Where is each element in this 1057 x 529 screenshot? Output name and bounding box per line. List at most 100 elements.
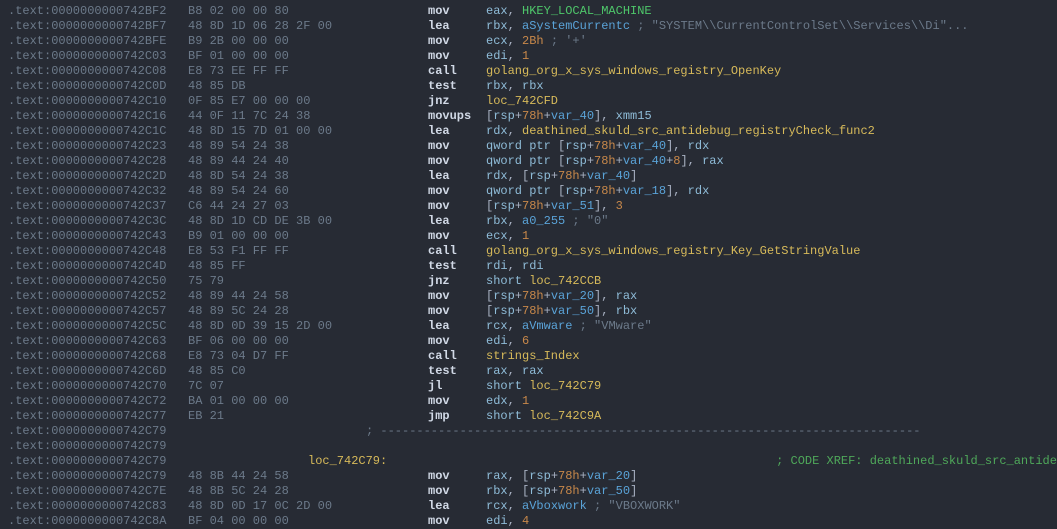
asm-line[interactable]: .text:0000000000742C4D48 85 FFtestrdi, r… bbox=[8, 259, 1049, 274]
address: .text:0000000000742C5C bbox=[8, 319, 188, 334]
address: .text:0000000000742C0D bbox=[8, 79, 188, 94]
op-punct: ] bbox=[630, 484, 637, 498]
asm-line[interactable]: .text:0000000000742C7E48 8B 5C 24 28movr… bbox=[8, 484, 1049, 499]
asm-line[interactable]: .text:0000000000742C03BF 01 00 00 00move… bbox=[8, 49, 1049, 64]
op-reg: rdx bbox=[688, 184, 710, 198]
asm-line[interactable]: .text:0000000000742C8ABF 04 00 00 00move… bbox=[8, 514, 1049, 529]
asm-line[interactable]: .text:0000000000742C72BA 01 00 00 00move… bbox=[8, 394, 1049, 409]
op-num: 78h bbox=[594, 184, 616, 198]
address: .text:0000000000742C83 bbox=[8, 499, 188, 514]
address: .text:0000000000742C43 bbox=[8, 229, 188, 244]
mnemonic: mov bbox=[428, 229, 486, 244]
asm-line[interactable]: .text:0000000000742C100F 85 E7 00 00 00j… bbox=[8, 94, 1049, 109]
op-reg: rdx bbox=[688, 139, 710, 153]
asm-line[interactable]: .text:0000000000742C3C48 8D 1D CD DE 3B … bbox=[8, 214, 1049, 229]
asm-line[interactable]: .text:0000000000742C6D48 85 C0testrax, r… bbox=[8, 364, 1049, 379]
op-sym: var_18 bbox=[623, 184, 666, 198]
asm-line[interactable]: .text:0000000000742BF748 8D 1D 06 28 2F … bbox=[8, 19, 1049, 34]
op-lbl: loc_742C79 bbox=[529, 379, 601, 393]
hex-bytes: B9 2B 00 00 00 bbox=[188, 34, 428, 49]
hex-bytes: 48 8D 1D 06 28 2F 00 bbox=[188, 19, 428, 34]
asm-line[interactable]: .text:0000000000742C79; ----------------… bbox=[8, 424, 1049, 439]
asm-line[interactable]: .text:0000000000742C43B9 01 00 00 00move… bbox=[8, 229, 1049, 244]
op-reg: rcx bbox=[486, 499, 508, 513]
op-reg: rsp bbox=[529, 469, 551, 483]
operands: edx, 1 bbox=[486, 394, 529, 408]
asm-line[interactable]: .text:0000000000742C5248 89 44 24 58mov[… bbox=[8, 289, 1049, 304]
asm-line[interactable]: .text:0000000000742C3248 89 54 24 60movq… bbox=[8, 184, 1049, 199]
op-kw: HKEY_LOCAL_MACHINE bbox=[522, 4, 652, 18]
asm-line[interactable]: .text:0000000000742C68E8 73 04 D7 FFcall… bbox=[8, 349, 1049, 364]
op-reg: rsp bbox=[493, 304, 515, 318]
op-punct: , bbox=[508, 514, 522, 528]
op-lbl: loc_742CCB bbox=[529, 274, 601, 288]
hex-bytes: 48 8D 0D 39 15 2D 00 bbox=[188, 319, 428, 334]
op-lbl: golang_org_x_sys_windows_registry_Key_Ge… bbox=[486, 244, 860, 258]
op-reg: edi bbox=[486, 334, 508, 348]
asm-line[interactable]: .text:0000000000742C63BF 06 00 00 00move… bbox=[8, 334, 1049, 349]
asm-line[interactable]: .text:0000000000742C77EB 21jmpshort loc_… bbox=[8, 409, 1049, 424]
op-sym: var_40 bbox=[587, 169, 630, 183]
asm-line[interactable]: .text:0000000000742C2D48 8D 54 24 38lear… bbox=[8, 169, 1049, 184]
operands: rcx, aVboxwork ; "VBOXWORK" bbox=[486, 499, 680, 513]
op-reg: rsp bbox=[493, 289, 515, 303]
asm-line[interactable]: .text:0000000000742C1644 0F 11 7C 24 38m… bbox=[8, 109, 1049, 124]
mnemonic: mov bbox=[428, 304, 486, 319]
mnemonic: call bbox=[428, 349, 486, 364]
hex-bytes: B8 02 00 00 80 bbox=[188, 4, 428, 19]
address: .text:0000000000742C72 bbox=[8, 394, 188, 409]
operands: golang_org_x_sys_windows_registry_Key_Ge… bbox=[486, 244, 860, 258]
op-num: 78h bbox=[522, 289, 544, 303]
op-punct: , bbox=[508, 319, 522, 333]
asm-line[interactable]: .text:0000000000742C7948 8B 44 24 58movr… bbox=[8, 469, 1049, 484]
op-reg: qword ptr bbox=[486, 184, 558, 198]
op-punct: + bbox=[587, 184, 594, 198]
op-punct: + bbox=[515, 304, 522, 318]
asm-line[interactable]: .text:0000000000742C2348 89 54 24 38movq… bbox=[8, 139, 1049, 154]
op-sym: var_40 bbox=[551, 109, 594, 123]
asm-line[interactable]: .text:0000000000742C8348 8D 0D 17 0C 2D … bbox=[8, 499, 1049, 514]
asm-line[interactable]: .text:0000000000742BF2B8 02 00 00 80move… bbox=[8, 4, 1049, 19]
operands: ecx, 2Bh ; '+' bbox=[486, 34, 587, 48]
hex-bytes: BF 01 00 00 00 bbox=[188, 49, 428, 64]
address: .text:0000000000742BFE bbox=[8, 34, 188, 49]
op-punct: ], bbox=[666, 139, 688, 153]
op-punct: + bbox=[587, 154, 594, 168]
asm-line[interactable]: .text:0000000000742C48E8 53 F1 FF FFcall… bbox=[8, 244, 1049, 259]
asm-line[interactable]: .text:0000000000742C37C6 44 24 27 03mov[… bbox=[8, 199, 1049, 214]
asm-line[interactable]: .text:0000000000742C1C48 8D 15 7D 01 00 … bbox=[8, 124, 1049, 139]
mnemonic: mov bbox=[428, 34, 486, 49]
op-lbl: loc_742C9A bbox=[529, 409, 601, 423]
op-reg: rsp bbox=[493, 109, 515, 123]
op-punct: , bbox=[508, 79, 522, 93]
op-punct: , bbox=[508, 4, 522, 18]
hex-bytes: 48 85 DB bbox=[188, 79, 428, 94]
operands: [rsp+78h+var_51], 3 bbox=[486, 199, 623, 213]
asm-line[interactable]: .text:0000000000742C0D48 85 DBtestrbx, r… bbox=[8, 79, 1049, 94]
code-label: loc_742C79: bbox=[308, 454, 387, 468]
op-num: 78h bbox=[594, 139, 616, 153]
op-punct: ], bbox=[594, 304, 616, 318]
hex-bytes: 48 89 54 24 38 bbox=[188, 139, 428, 154]
op-punct: + bbox=[544, 199, 551, 213]
operands: short loc_742C9A bbox=[486, 409, 601, 423]
op-reg: rdx bbox=[486, 169, 508, 183]
asm-line[interactable]: .text:0000000000742C79 bbox=[8, 439, 1049, 454]
asm-line[interactable]: .text:0000000000742C08E8 73 EE FF FFcall… bbox=[8, 64, 1049, 79]
asm-line[interactable]: .text:0000000000742C2848 89 44 24 40movq… bbox=[8, 154, 1049, 169]
asm-line[interactable]: .text:0000000000742C5748 89 5C 24 28mov[… bbox=[8, 304, 1049, 319]
op-reg: xmm15 bbox=[616, 109, 652, 123]
hex-bytes: E8 73 04 D7 FF bbox=[188, 349, 428, 364]
mnemonic: lea bbox=[428, 19, 486, 34]
asm-line[interactable]: .text:0000000000742C5075 79jnzshort loc_… bbox=[8, 274, 1049, 289]
operands: rax, rax bbox=[486, 364, 544, 378]
asm-line[interactable]: .text:0000000000742BFEB9 2B 00 00 00move… bbox=[8, 34, 1049, 49]
asm-line[interactable]: .text:0000000000742C707C 07jlshort loc_7… bbox=[8, 379, 1049, 394]
asm-line[interactable]: .text:0000000000742C79loc_742C79: ; CODE… bbox=[8, 454, 1049, 469]
asm-line[interactable]: .text:0000000000742C5C48 8D 0D 39 15 2D … bbox=[8, 319, 1049, 334]
op-lbl: strings_Index bbox=[486, 349, 580, 363]
op-reg: rdx bbox=[486, 124, 508, 138]
op-punct: , [ bbox=[508, 484, 530, 498]
address: .text:0000000000742C6D bbox=[8, 364, 188, 379]
operands: rcx, aVmware ; "VMware" bbox=[486, 319, 652, 333]
